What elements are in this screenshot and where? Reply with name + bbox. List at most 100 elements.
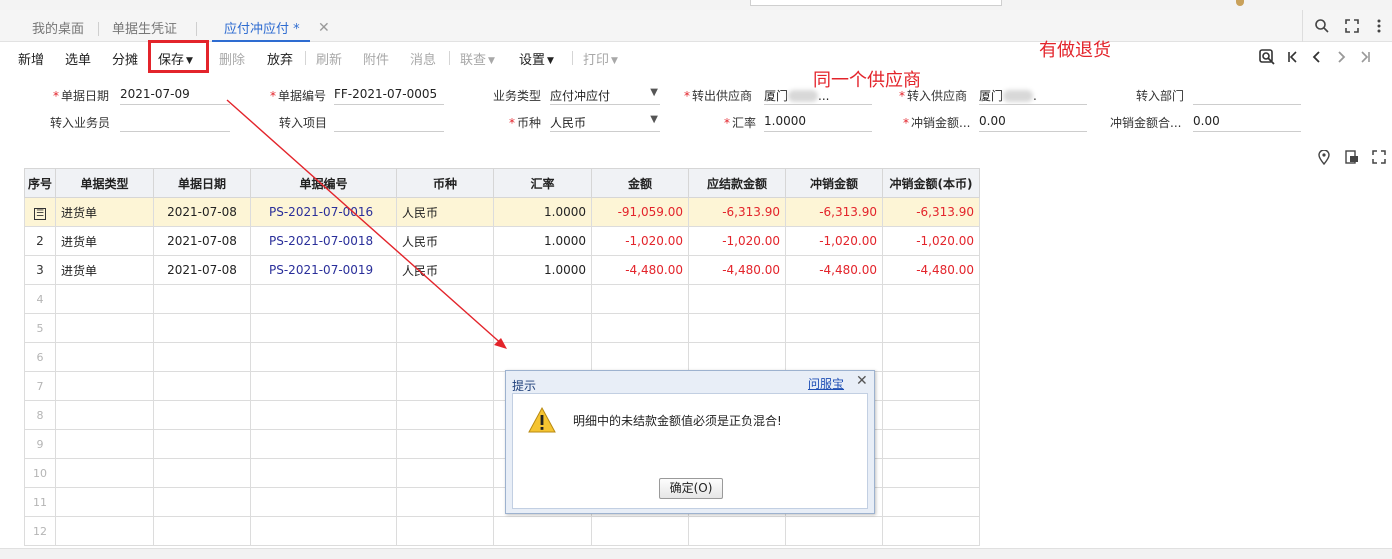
tab-close-icon[interactable]: ✕: [318, 20, 330, 36]
empty-cell[interactable]: [785, 313, 883, 343]
first-record-icon[interactable]: [1286, 50, 1300, 64]
empty-cell[interactable]: [688, 313, 786, 343]
date-field[interactable]: 2021-07-09: [120, 85, 230, 105]
empty-cell[interactable]: [785, 284, 883, 314]
discard-button[interactable]: 放弃: [267, 49, 293, 68]
more-icon[interactable]: [1372, 18, 1386, 34]
table-cell[interactable]: -1,020.00: [688, 226, 786, 256]
empty-cell[interactable]: [688, 342, 786, 372]
in-supplier-field[interactable]: 厦门.: [979, 85, 1087, 105]
search-icon[interactable]: [1314, 18, 1330, 34]
empty-cell[interactable]: [591, 284, 689, 314]
last-record-icon[interactable]: [1358, 50, 1372, 64]
empty-cell[interactable]: [153, 429, 251, 459]
empty-cell[interactable]: [55, 429, 154, 459]
empty-cell[interactable]: [493, 342, 592, 372]
table-cell[interactable]: 1.0000: [493, 197, 592, 227]
table-row[interactable]: ☰ 进货单 2021-07-08 PS-2021-07-0016 人民币 1.0…: [24, 197, 980, 227]
empty-cell[interactable]: [250, 400, 397, 430]
dialog-help-link[interactable]: 问服宝: [808, 375, 844, 392]
empty-row[interactable]: 4: [24, 284, 980, 314]
empty-cell[interactable]: [493, 284, 592, 314]
col-header[interactable]: 单据类型: [55, 168, 154, 198]
empty-cell[interactable]: [153, 516, 251, 546]
empty-cell[interactable]: [250, 342, 397, 372]
table-cell[interactable]: -1,020.00: [785, 226, 883, 256]
empty-cell[interactable]: [153, 284, 251, 314]
empty-cell[interactable]: [396, 371, 494, 401]
empty-cell[interactable]: [493, 516, 592, 546]
empty-cell[interactable]: [55, 487, 154, 517]
in-project-field[interactable]: [334, 112, 444, 132]
empty-row[interactable]: 12: [24, 516, 980, 546]
empty-cell[interactable]: [688, 284, 786, 314]
settings-button[interactable]: 设置 ▼: [519, 49, 554, 68]
row-edit-cell[interactable]: ☰: [24, 197, 56, 227]
pick-button[interactable]: 选单: [65, 49, 91, 68]
table-cell[interactable]: 人民币: [396, 255, 494, 285]
empty-cell[interactable]: [153, 342, 251, 372]
table-cell[interactable]: -6,313.90: [688, 197, 786, 227]
top-search-box[interactable]: [750, 0, 1002, 6]
grid-fullscreen-icon[interactable]: [1372, 150, 1386, 164]
empty-cell[interactable]: [250, 429, 397, 459]
empty-cell[interactable]: [55, 458, 154, 488]
empty-cell[interactable]: [396, 516, 494, 546]
query-button[interactable]: 联查 ▼: [460, 49, 495, 68]
empty-cell[interactable]: [396, 458, 494, 488]
empty-cell[interactable]: [55, 342, 154, 372]
empty-cell[interactable]: [396, 284, 494, 314]
empty-cell[interactable]: [591, 313, 689, 343]
tab-my-desktop[interactable]: 我的桌面: [32, 18, 84, 42]
biztype-select[interactable]: 应付冲应付 ▼: [550, 85, 660, 105]
col-header[interactable]: 金额: [591, 168, 689, 198]
empty-cell[interactable]: [396, 429, 494, 459]
empty-cell[interactable]: [882, 487, 980, 517]
fullscreen-icon[interactable]: [1344, 18, 1360, 34]
empty-cell[interactable]: [250, 371, 397, 401]
empty-cell[interactable]: [55, 516, 154, 546]
table-cell[interactable]: 1.0000: [493, 255, 592, 285]
location-pin-icon[interactable]: [1318, 150, 1330, 165]
empty-cell[interactable]: [882, 400, 980, 430]
message-button[interactable]: 消息: [410, 49, 436, 68]
col-header[interactable]: 币种: [396, 168, 494, 198]
table-cell[interactable]: -4,480.00: [688, 255, 786, 285]
col-header[interactable]: 单据编号: [250, 168, 397, 198]
empty-cell[interactable]: [785, 342, 883, 372]
table-cell-link[interactable]: PS-2021-07-0016: [250, 197, 397, 227]
empty-cell[interactable]: [396, 342, 494, 372]
empty-cell[interactable]: [396, 487, 494, 517]
empty-cell[interactable]: [882, 342, 980, 372]
table-cell-link[interactable]: PS-2021-07-0018: [250, 226, 397, 256]
empty-cell[interactable]: [250, 516, 397, 546]
empty-cell[interactable]: [882, 313, 980, 343]
table-cell[interactable]: -4,480.00: [591, 255, 689, 285]
empty-cell[interactable]: [785, 516, 883, 546]
in-dept-field[interactable]: [1193, 85, 1301, 105]
table-cell[interactable]: -91,059.00: [591, 197, 689, 227]
table-cell[interactable]: -1,020.00: [882, 226, 980, 256]
empty-cell[interactable]: [688, 516, 786, 546]
locate-record-icon[interactable]: [1258, 48, 1276, 66]
print-button[interactable]: 打印 ▼: [583, 49, 618, 68]
empty-row[interactable]: 5: [24, 313, 980, 343]
table-cell[interactable]: 进货单: [55, 255, 154, 285]
table-cell[interactable]: 2021-07-08: [153, 197, 251, 227]
empty-cell[interactable]: [591, 342, 689, 372]
number-field[interactable]: FF-2021-07-0005: [334, 85, 444, 105]
tab-voucher-generation[interactable]: 单据生凭证: [112, 18, 177, 42]
empty-cell[interactable]: [591, 516, 689, 546]
table-cell[interactable]: -6,313.90: [785, 197, 883, 227]
table-cell[interactable]: 1.0000: [493, 226, 592, 256]
col-header[interactable]: 应结款金额: [688, 168, 786, 198]
empty-cell[interactable]: [250, 487, 397, 517]
empty-cell[interactable]: [396, 313, 494, 343]
col-header[interactable]: 序号: [24, 168, 56, 198]
close-icon[interactable]: ✕: [856, 373, 868, 389]
table-row[interactable]: 3 进货单 2021-07-08 PS-2021-07-0019 人民币 1.0…: [24, 255, 980, 285]
table-cell[interactable]: 进货单: [55, 226, 154, 256]
empty-cell[interactable]: [250, 313, 397, 343]
empty-cell[interactable]: [153, 313, 251, 343]
empty-cell[interactable]: [882, 458, 980, 488]
